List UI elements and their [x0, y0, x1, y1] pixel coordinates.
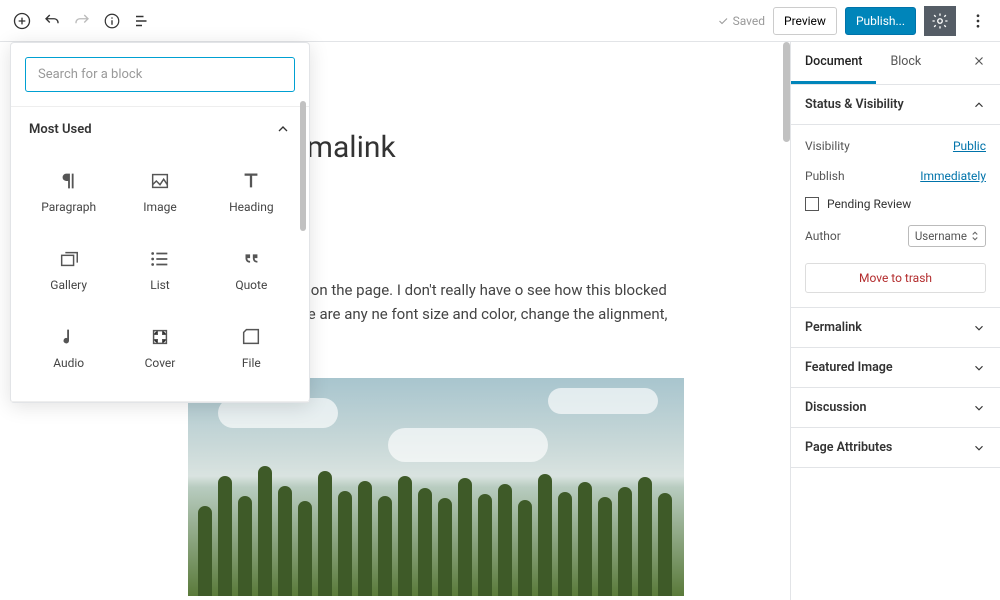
panel-page-attributes[interactable]: Page Attributes: [791, 428, 1000, 468]
quote-icon: [240, 248, 262, 270]
panel-permalink[interactable]: Permalink: [791, 308, 1000, 348]
sidebar-close-button[interactable]: [958, 42, 1000, 84]
move-to-trash-button[interactable]: Move to trash: [805, 263, 986, 293]
block-quote[interactable]: Quote: [206, 231, 297, 309]
block-list[interactable]: List: [114, 231, 205, 309]
tab-document[interactable]: Document: [791, 42, 876, 84]
block-heading[interactable]: Heading: [206, 153, 297, 231]
publish-label: Publish: [805, 169, 845, 183]
author-row: Author Username: [805, 217, 986, 255]
audio-icon: [58, 326, 80, 348]
select-arrows-icon: [971, 230, 979, 242]
heading-icon: [240, 170, 262, 192]
pending-label: Pending Review: [827, 197, 911, 211]
preview-button[interactable]: Preview: [773, 7, 837, 35]
settings-button[interactable]: [924, 6, 956, 36]
visibility-value[interactable]: Public: [953, 139, 986, 153]
block-inserter-popover: Search for a block Most Used Paragraph I…: [10, 42, 310, 403]
visibility-row: Visibility Public: [805, 131, 986, 161]
image-icon: [149, 170, 171, 192]
category-label: Most Used: [29, 122, 92, 137]
more-menu-button[interactable]: [964, 7, 992, 35]
panel-title: Discussion: [805, 400, 866, 415]
block-paragraph[interactable]: Paragraph: [23, 153, 114, 231]
check-icon: [717, 15, 729, 27]
block-label: List: [150, 278, 170, 292]
settings-sidebar: Document Block Status & Visibility Visib…: [790, 42, 1000, 600]
add-block-button[interactable]: [8, 7, 36, 35]
block-file[interactable]: File: [206, 309, 297, 387]
gallery-icon: [58, 248, 80, 270]
file-icon: [240, 326, 262, 348]
inserter-grid: Paragraph Image Heading Gallery List Quo…: [11, 151, 309, 401]
undo-icon: [43, 12, 61, 30]
author-select[interactable]: Username: [908, 225, 986, 247]
list-icon: [149, 248, 171, 270]
panel-featured-image[interactable]: Featured Image: [791, 348, 1000, 388]
redo-icon: [73, 12, 91, 30]
close-icon: [972, 54, 986, 68]
block-label: Cover: [145, 356, 176, 370]
panel-title: Permalink: [805, 320, 862, 335]
saved-label: Saved: [733, 14, 765, 28]
panel-discussion[interactable]: Discussion: [791, 388, 1000, 428]
topbar-left: [8, 7, 156, 35]
inserter-category-header[interactable]: Most Used: [11, 107, 309, 151]
block-image[interactable]: Image: [114, 153, 205, 231]
block-label: Image: [143, 200, 176, 214]
panel-title: Featured Image: [805, 360, 893, 375]
block-label: Gallery: [50, 278, 87, 292]
visibility-label: Visibility: [805, 139, 850, 153]
paragraph-icon: [58, 170, 80, 192]
chevron-up-icon: [972, 98, 986, 112]
tab-block[interactable]: Block: [876, 42, 935, 84]
block-label: Heading: [229, 200, 274, 214]
plus-circle-icon: [12, 11, 32, 31]
block-search-input[interactable]: Search for a block: [25, 57, 295, 92]
chevron-down-icon: [972, 401, 986, 415]
publish-button[interactable]: Publish...: [845, 7, 916, 35]
info-button[interactable]: [98, 7, 126, 35]
undo-button[interactable]: [38, 7, 66, 35]
panel-title: Status & Visibility: [805, 97, 904, 112]
inserter-scrollbar[interactable]: [300, 101, 306, 231]
author-value: Username: [915, 229, 967, 243]
block-audio[interactable]: Audio: [23, 309, 114, 387]
block-gallery[interactable]: Gallery: [23, 231, 114, 309]
panel-title: Page Attributes: [805, 440, 892, 455]
chevron-down-icon: [972, 321, 986, 335]
chevron-up-icon: [275, 121, 291, 137]
gear-icon: [931, 12, 949, 30]
topbar-right: Saved Preview Publish...: [717, 6, 992, 36]
info-icon: [103, 12, 121, 30]
redo-button[interactable]: [68, 7, 96, 35]
block-label: Quote: [235, 278, 267, 292]
sidebar-tabs: Document Block: [791, 42, 1000, 85]
outline-button[interactable]: [128, 7, 156, 35]
cover-icon: [149, 326, 171, 348]
more-vertical-icon: [969, 12, 987, 30]
editor-scrollbar[interactable]: [783, 42, 790, 142]
checkbox-icon: [805, 197, 819, 211]
block-label: Audio: [53, 356, 84, 370]
chevron-down-icon: [972, 441, 986, 455]
saved-status: Saved: [717, 14, 765, 28]
image-block[interactable]: [188, 378, 684, 596]
chevron-down-icon: [972, 361, 986, 375]
block-label: File: [242, 356, 261, 370]
pending-review-checkbox[interactable]: Pending Review: [805, 191, 986, 217]
editor-topbar: Saved Preview Publish...: [0, 0, 1000, 42]
block-cover[interactable]: Cover: [114, 309, 205, 387]
publish-row: Publish Immediately: [805, 161, 986, 191]
list-outline-icon: [133, 12, 151, 30]
block-label: Paragraph: [41, 200, 96, 214]
panel-status-body: Visibility Public Publish Immediately Pe…: [791, 125, 1000, 308]
publish-value[interactable]: Immediately: [920, 169, 986, 183]
panel-status-visibility[interactable]: Status & Visibility: [791, 85, 1000, 125]
author-label: Author: [805, 229, 841, 243]
